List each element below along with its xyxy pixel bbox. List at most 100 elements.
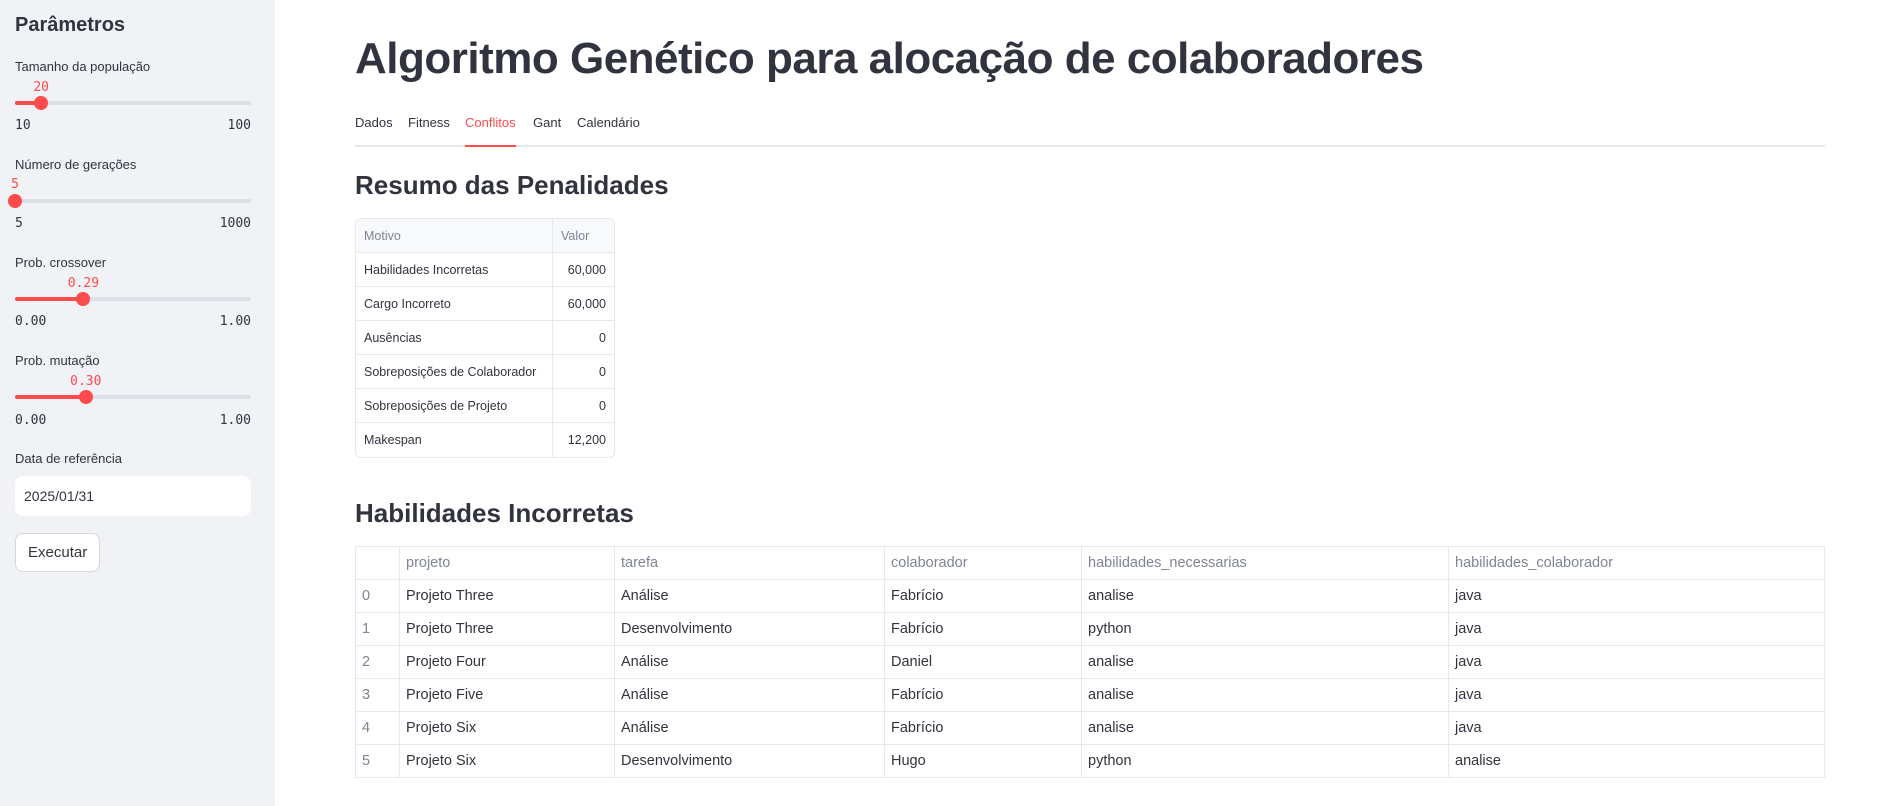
summary-section-title: Resumo das Penalidades <box>355 170 669 200</box>
table-row: Sobreposições de Projeto 0 <box>356 389 614 423</box>
tab-gant[interactable]: Gant <box>533 115 561 145</box>
table-cell: Cargo Incorreto <box>356 287 553 321</box>
table-cell: 60,000 <box>553 253 614 287</box>
table-cell: Fabrício <box>884 711 1082 745</box>
table-row: Cargo Incorreto 60,000 <box>356 287 614 321</box>
sidebar-title: Parâmetros <box>15 14 126 36</box>
table-cell: java <box>1448 711 1825 745</box>
table-cell: analise <box>1081 678 1449 712</box>
table-cell: analise <box>1081 711 1449 745</box>
incorrect-skills-table: projeto tarefa colaborador habilidades_n… <box>355 546 1825 778</box>
table-row: 0 Projeto Three Análise Fabrício analise… <box>355 579 1825 613</box>
generations-max: 1000 <box>219 216 251 231</box>
crossover-prob-value: 0.29 <box>67 276 100 291</box>
mutation-prob-slider-thumb[interactable] <box>78 390 93 404</box>
table-cell: Hugo <box>884 744 1082 778</box>
mutation-prob-slider-fill <box>15 395 86 399</box>
table-cell: 0 <box>553 321 614 355</box>
table-cell: Projeto Six <box>399 711 615 745</box>
row-index: 0 <box>355 579 400 613</box>
table-cell: Habilidades Incorretas <box>356 253 553 287</box>
generations-slider[interactable] <box>8 194 251 208</box>
table-cell: java <box>1448 678 1825 712</box>
table-row: 2 Projeto Four Análise Daniel analise ja… <box>355 645 1825 679</box>
column-header-motivo[interactable]: Motivo <box>356 219 553 253</box>
run-button[interactable]: Executar <box>15 533 101 572</box>
tab-dados[interactable]: Dados <box>355 115 393 145</box>
reference-date-label: Data de referência <box>15 451 122 466</box>
column-header-tarefa[interactable]: tarefa <box>614 546 885 580</box>
table-cell: Análise <box>614 678 885 712</box>
table-cell: Análise <box>614 579 885 613</box>
tab-bar: Dados Fitness Conflitos Gant Calendário <box>355 113 1825 147</box>
table-header-row: Motivo Valor <box>356 219 614 253</box>
table-cell: analise <box>1081 579 1449 613</box>
table-row: Ausências 0 <box>356 321 614 355</box>
population-size-max: 100 <box>227 118 251 133</box>
generations-slider-thumb[interactable] <box>8 194 22 208</box>
column-header-projeto[interactable]: projeto <box>399 546 615 580</box>
crossover-prob-slider[interactable] <box>15 292 251 306</box>
table-cell: 0 <box>553 389 614 423</box>
table-cell: Daniel <box>884 645 1082 679</box>
skills-section-title: Habilidades Incorretas <box>355 498 634 528</box>
tab-fitness[interactable]: Fitness <box>408 115 450 145</box>
table-cell: Projeto Six <box>399 744 615 778</box>
table-cell: 60,000 <box>553 287 614 321</box>
table-cell: Análise <box>614 645 885 679</box>
table-row: Sobreposições de Colaborador 0 <box>356 355 614 389</box>
crossover-prob-max: 1.00 <box>219 314 251 329</box>
mutation-prob-slider[interactable] <box>15 390 251 404</box>
mutation-prob-min: 0.00 <box>15 413 47 428</box>
table-cell: java <box>1448 645 1825 679</box>
generations-label: Número de gerações <box>15 157 137 172</box>
table-cell: 0 <box>553 355 614 389</box>
sidebar: Parâmetros Tamanho da população 20 10 10… <box>0 0 275 806</box>
column-header-habilidades-necessarias[interactable]: habilidades_necessarias <box>1081 546 1449 580</box>
crossover-prob-slider-fill <box>15 297 84 301</box>
population-size-slider[interactable] <box>15 96 251 110</box>
table-cell: Desenvolvimento <box>614 612 885 646</box>
crossover-prob-slider-thumb[interactable] <box>76 292 91 306</box>
table-cell: Fabrício <box>884 612 1082 646</box>
table-row: 1 Projeto Three Desenvolvimento Fabrício… <box>355 612 1825 646</box>
table-row: Makespan 12,200 <box>356 423 614 457</box>
app: Parâmetros Tamanho da população 20 10 10… <box>0 0 1883 806</box>
table-cell: Análise <box>614 711 885 745</box>
mutation-prob-label: Prob. mutação <box>15 353 100 368</box>
table-cell: Projeto Three <box>399 579 615 613</box>
mutation-prob-max: 1.00 <box>219 413 251 428</box>
page-title: Algoritmo Genético para alocação de cola… <box>355 34 1424 83</box>
column-header-habilidades-colaborador[interactable]: habilidades_colaborador <box>1448 546 1825 580</box>
table-cell: Ausências <box>356 321 553 355</box>
column-header-valor[interactable]: Valor <box>553 219 614 253</box>
row-index: 4 <box>355 711 400 745</box>
population-size-min: 10 <box>15 118 31 133</box>
table-cell: Projeto Three <box>399 612 615 646</box>
reference-date-input[interactable] <box>15 476 251 516</box>
table-cell: Sobreposições de Projeto <box>356 389 553 423</box>
table-cell: java <box>1448 612 1825 646</box>
table-cell: Fabrício <box>884 579 1082 613</box>
table-row: Habilidades Incorretas 60,000 <box>356 253 614 287</box>
table-cell: 12,200 <box>567 433 606 447</box>
table-cell: python <box>1081 612 1449 646</box>
table-cell: analise <box>1081 645 1449 679</box>
generations-value: 5 <box>11 177 19 192</box>
table-cell: Desenvolvimento <box>614 744 885 778</box>
table-row: 5 Projeto Six Desenvolvimento Hugo pytho… <box>355 744 1825 778</box>
tab-calendario[interactable]: Calendário <box>577 115 640 145</box>
column-header-index <box>355 546 400 580</box>
table-cell: python <box>1081 744 1449 778</box>
column-header-colaborador[interactable]: colaborador <box>884 546 1082 580</box>
row-index: 1 <box>355 612 400 646</box>
table-cell: analise <box>1448 744 1825 778</box>
crossover-prob-label: Prob. crossover <box>15 255 107 270</box>
table-header-row: projeto tarefa colaborador habilidades_n… <box>355 546 1825 580</box>
generations-min: 5 <box>15 216 23 231</box>
mutation-prob-value: 0.30 <box>70 374 102 389</box>
table-cell: Projeto Five <box>399 678 615 712</box>
population-size-slider-thumb[interactable] <box>34 96 49 110</box>
row-index: 3 <box>355 678 400 712</box>
tab-conflitos[interactable]: Conflitos <box>465 115 516 147</box>
